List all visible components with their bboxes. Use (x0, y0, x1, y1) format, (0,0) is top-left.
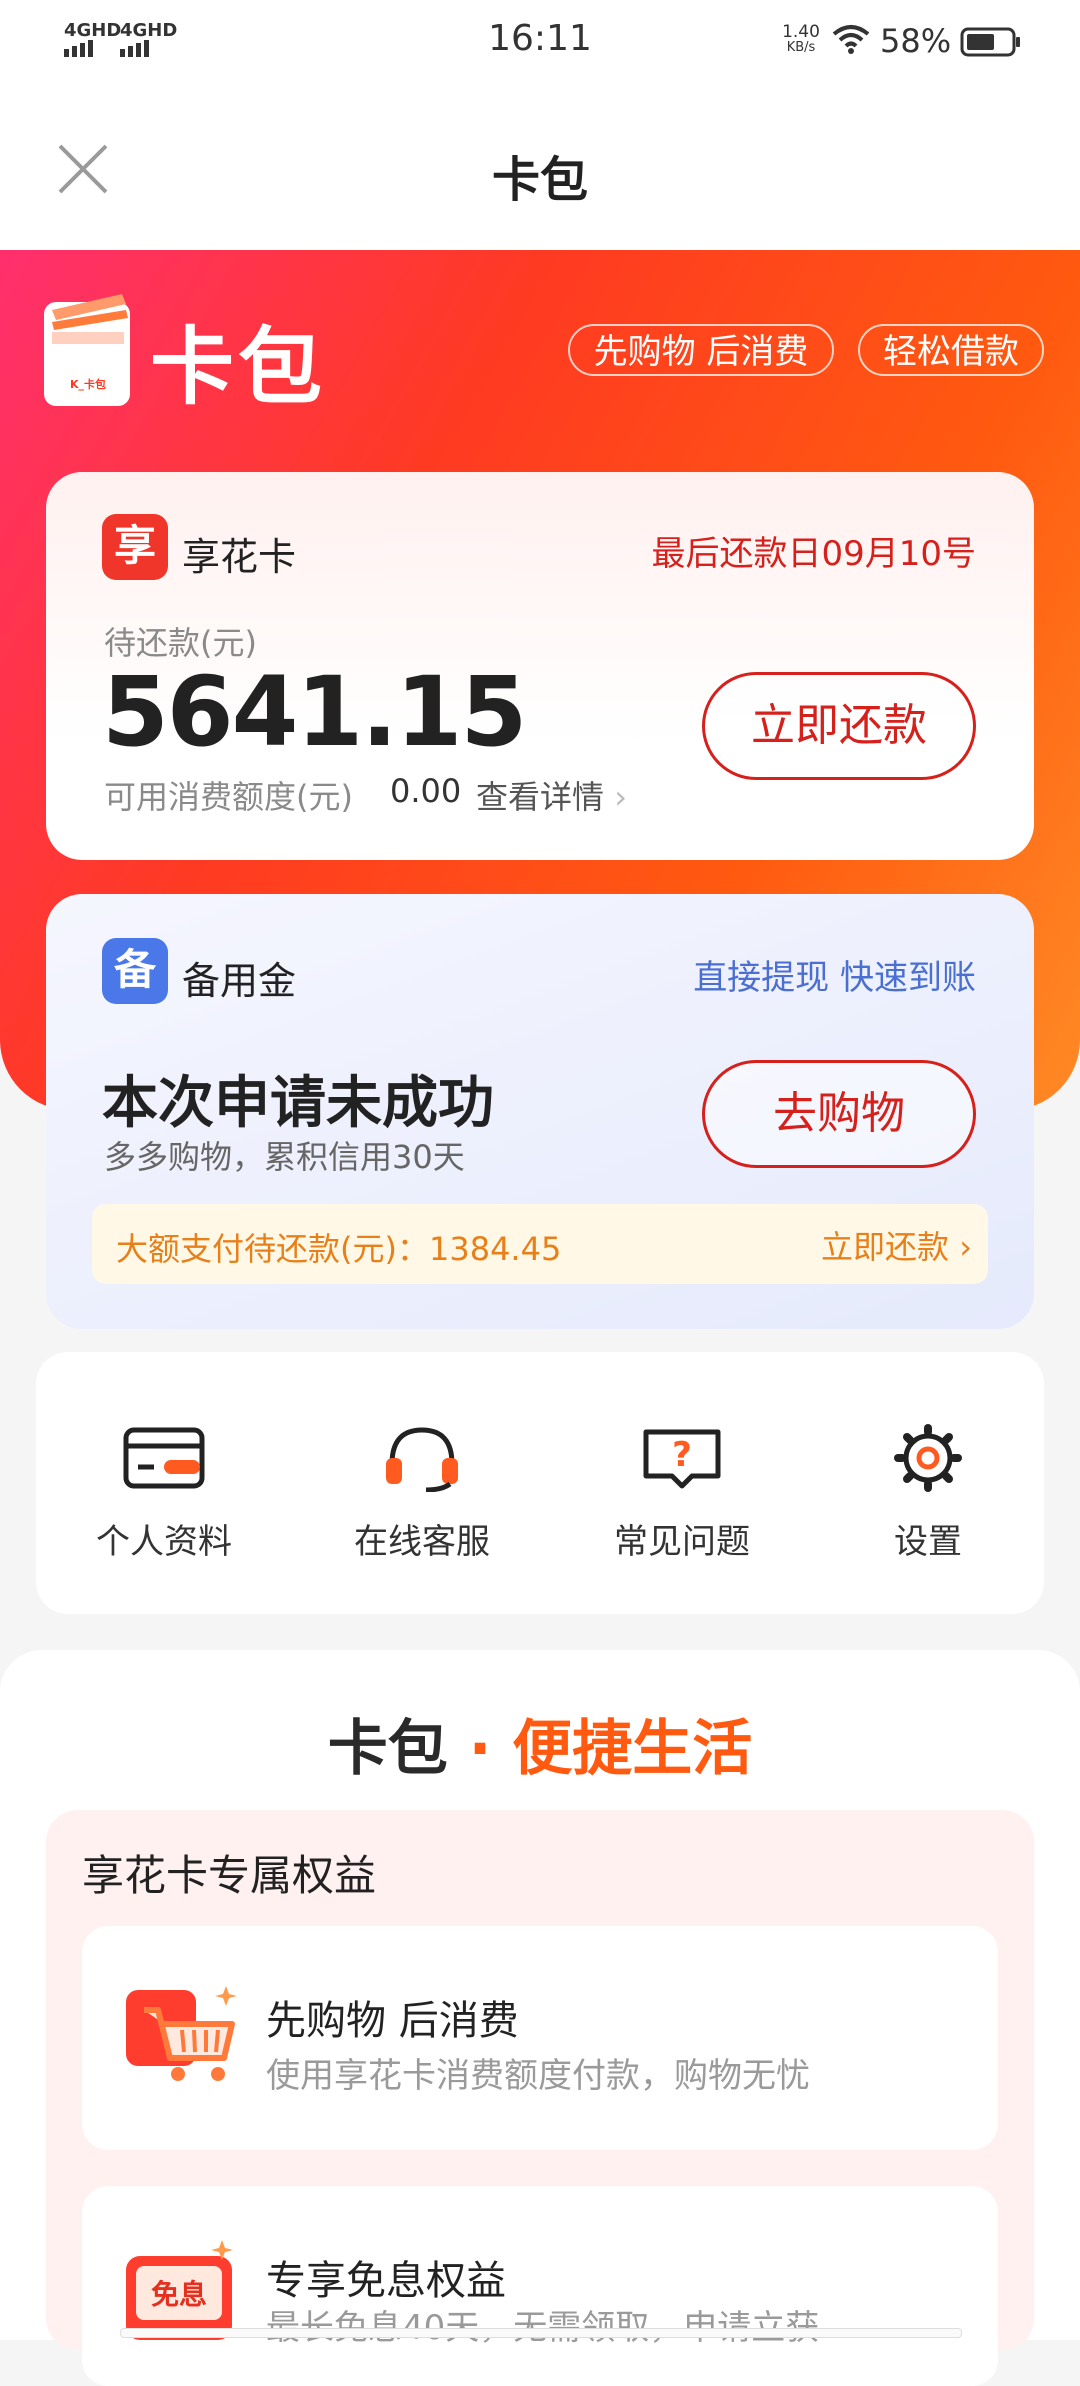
available-amount: 0.00 (390, 772, 462, 810)
speed-value: 1.40 (782, 22, 820, 42)
credit-card-name: 享花卡 (182, 535, 297, 579)
network-speed: 1.40 KB/s (778, 24, 824, 56)
pending-amount: 5641.15 (102, 656, 527, 768)
menu-label: 个人资料 (96, 1522, 232, 1562)
available-label: 可用消费额度(元) (104, 778, 353, 816)
notice-amount: 1384.45 (428, 1230, 562, 1268)
gear-icon (894, 1424, 962, 1492)
chevron-right-icon: › (604, 778, 627, 816)
reserve-fund-icon: 备 (102, 938, 168, 1004)
menu-label: 常见问题 (614, 1522, 750, 1562)
headset-icon (386, 1427, 458, 1493)
benefit-title: 专享免息权益 (266, 2258, 506, 2304)
menu-online-service[interactable]: 在线客服 (292, 1424, 552, 1563)
application-status-desc: 多多购物，累积信用30天 (104, 1138, 465, 1176)
wallet-logo-icon: K_卡包 (44, 294, 130, 406)
menu-label: 设置 (894, 1522, 962, 1562)
life-title-dot: · (468, 1714, 492, 1784)
faq-icon: ? (643, 1429, 721, 1489)
application-status-title: 本次申请未成功 (102, 1071, 494, 1136)
scroll-indicator (120, 2328, 962, 2338)
benefits-title: 享花卡专属权益 (82, 1851, 377, 1900)
brand-title: 卡包 (150, 318, 327, 416)
life-title-part1: 卡包 (327, 1714, 448, 1784)
benefit-desc: 使用享花卡消费额度付款，购物无忧 (266, 2056, 810, 2096)
id-card-icon (123, 1427, 205, 1489)
view-details-link[interactable]: 查看详情 › (476, 772, 627, 818)
menu-settings[interactable]: 设置 (798, 1424, 1058, 1563)
interest-free-icon: 免息 (126, 2240, 233, 2340)
page-title: 卡包 (491, 152, 588, 208)
view-details-label: 查看详情 (476, 778, 605, 816)
battery-percent: 58% (880, 22, 952, 60)
repay-button[interactable]: 立即还款 (702, 672, 976, 780)
speed-unit: KB/s (786, 40, 816, 55)
reserve-promo: 直接提现 快速到账 (693, 958, 976, 998)
battery-icon (960, 27, 1020, 57)
reserve-fund-name: 备用金 (182, 959, 297, 1003)
benefit-title: 先购物 后消费 (266, 1998, 519, 2044)
notice-action[interactable]: 立即还款 › (740, 1222, 972, 1268)
shopping-cart-icon (126, 1986, 237, 2081)
benefit-desc: 最长免息40天，无需领取，申请立获 (266, 2300, 819, 2349)
svg-text:?: ? (672, 1435, 692, 1475)
life-section-title: 卡包 · 便捷生活 (0, 1700, 1080, 1787)
wifi-icon (832, 25, 870, 54)
credit-card-icon: 享 (102, 514, 168, 580)
tag-easy-loan[interactable]: 轻松借款 (858, 324, 1044, 376)
menu-label: 在线客服 (354, 1522, 490, 1562)
tag-buy-now-pay-later[interactable]: 先购物 后消费 (568, 324, 834, 376)
logo-text: K_卡包 (70, 377, 106, 391)
go-shopping-button[interactable]: 去购物 (702, 1060, 976, 1168)
notice-action-label: 立即还款 (821, 1228, 950, 1266)
due-date: 最后还款日09月10号 (651, 534, 976, 574)
menu-personal-info[interactable]: 个人资料 (34, 1424, 294, 1563)
chevron-right-icon: › (949, 1228, 972, 1266)
menu-faq[interactable]: ? 常见问题 (552, 1424, 812, 1563)
notice-label: 大额支付待还款(元)： (116, 1230, 429, 1268)
interest-free-icon-text: 免息 (151, 2278, 207, 2311)
life-title-part2: 便捷生活 (512, 1714, 753, 1784)
notice-text: 大额支付待还款(元)：1384.45 (116, 1224, 561, 1270)
